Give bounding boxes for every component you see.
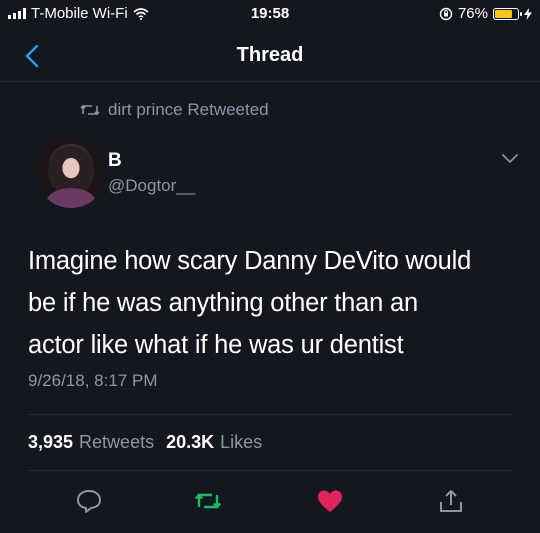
tweet-text: Imagine how scary Danny DeVito would be … — [28, 240, 528, 366]
retweet-label: dirt prince Retweeted — [108, 100, 269, 119]
battery-icon — [493, 7, 522, 20]
chevron-down-icon[interactable] — [500, 150, 520, 166]
charging-bolt-icon — [524, 7, 532, 20]
likes-count[interactable]: 20.3K — [166, 432, 214, 453]
retweet-context[interactable]: dirt prince Retweeted — [80, 100, 269, 120]
user-handle[interactable]: @Dogtor__ — [108, 176, 195, 196]
rotation-lock-icon — [439, 7, 453, 20]
battery-percent: 76% — [457, 5, 488, 22]
retweets-label[interactable]: Retweets — [79, 432, 154, 453]
retweet-icon — [80, 104, 100, 116]
battery-group: 76% — [439, 5, 532, 22]
divider — [28, 470, 512, 471]
retweet-button[interactable] — [194, 488, 222, 514]
page-title: Thread — [236, 44, 304, 66]
status-bar: T-Mobile Wi-Fi 19:58 76% — [0, 0, 540, 30]
tweet-line: actor like what if he was ur dentist — [28, 331, 404, 359]
tweet-stats: 3,935 Retweets 20.3K Likes — [28, 432, 268, 453]
share-button[interactable] — [437, 488, 465, 514]
display-name[interactable]: B — [108, 150, 122, 172]
tweet-line: be if he was anything other than an — [28, 289, 418, 317]
likes-label[interactable]: Likes — [220, 432, 262, 453]
avatar[interactable] — [36, 138, 106, 208]
tweet-timestamp: 9/26/18, 8:17 PM — [28, 371, 158, 390]
divider — [28, 414, 512, 415]
like-button[interactable] — [316, 488, 344, 514]
nav-bar: Thread — [0, 30, 540, 82]
tweet-line: Imagine how scary Danny DeVito would — [28, 247, 472, 275]
reply-button[interactable] — [75, 488, 103, 514]
retweets-count[interactable]: 3,935 — [28, 432, 73, 453]
